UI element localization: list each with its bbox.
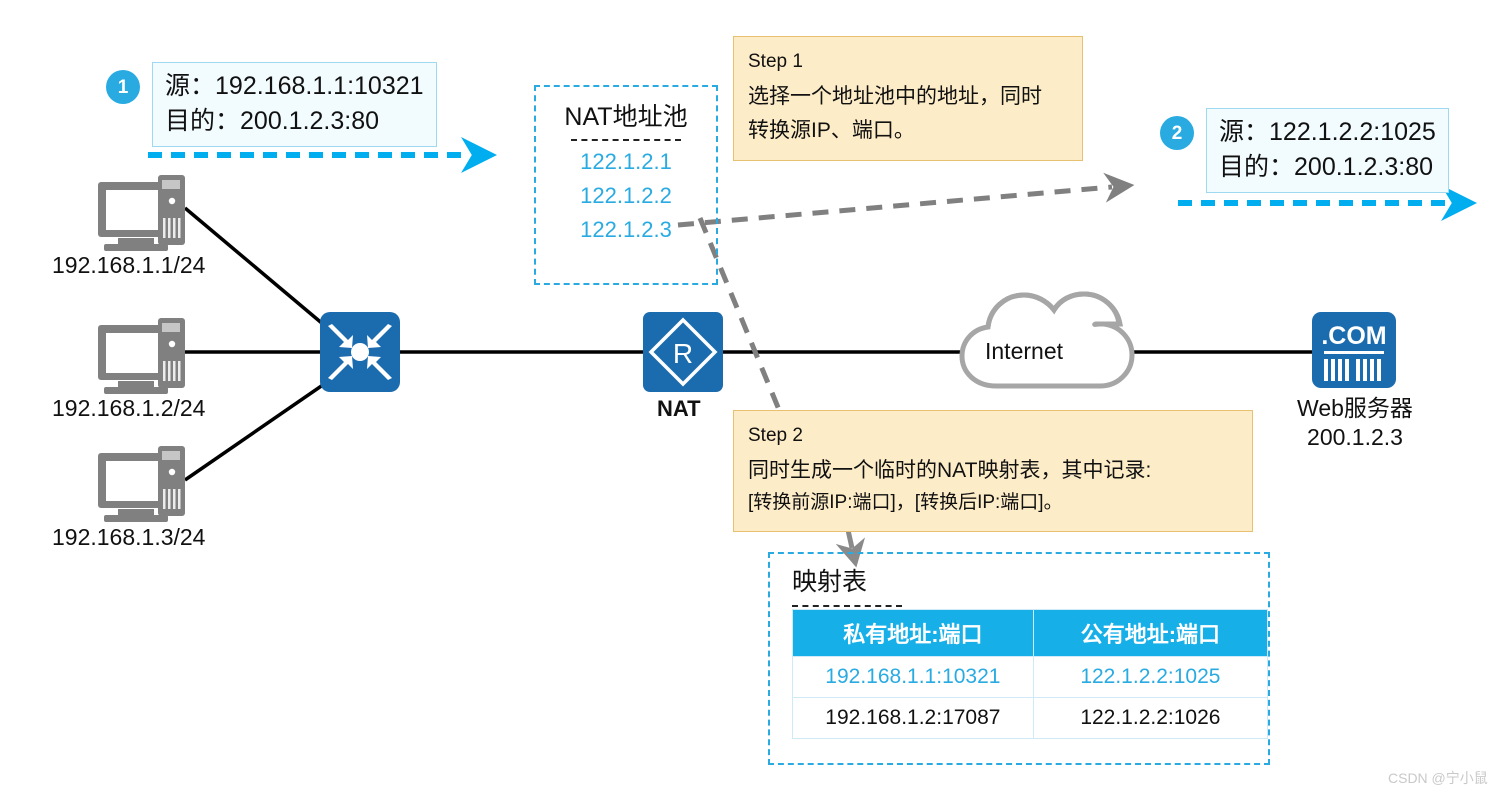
packet-2-source-label: 源： [1219, 118, 1270, 146]
nat-pool-divider [571, 139, 681, 141]
svg-text:R: R [673, 338, 693, 369]
callout-connector-step1 [677, 172, 1135, 228]
packet-info-box-1: 源：192.168.1.1:10321 目的：200.1.2.3:80 [152, 62, 437, 147]
desktop-pc-icon-2 [98, 318, 185, 394]
packet-2-dest-row: 目的：200.1.2.3:80 [1219, 150, 1436, 185]
step-1-line-1: 选择一个地址池中的地址，同时 [748, 84, 1042, 108]
packet-2-dest-value: 200.1.2.3:80 [1294, 152, 1434, 181]
step-2-line-1: 同时生成一个临时的NAT映射表，其中记录: [748, 458, 1152, 482]
packet-1-source-row: 源：192.168.1.1:10321 [165, 69, 424, 104]
watermark: CSDN @宁小鼠 [1388, 770, 1488, 786]
web-server-name: Web服务器 [1297, 395, 1413, 421]
pc-3-label: 192.168.1.3/24 [52, 524, 206, 550]
mapping-table-header-private: 私有地址:端口 [792, 609, 1034, 657]
desktop-pc-icon-1 [98, 175, 185, 251]
packet-2-dest-label: 目的： [1219, 152, 1295, 181]
mapping-row-2-private: 192.168.1.2:17087 [792, 697, 1034, 739]
callout-connector-maptable [835, 529, 866, 568]
link-pc3-switch [184, 378, 331, 482]
packet-1-source-value: 192.168.1.1:10321 [215, 72, 424, 100]
nat-pool-title: NAT地址池 [564, 103, 688, 131]
pc-2-label: 192.168.1.2/24 [52, 395, 206, 421]
nat-router-label: NAT [657, 396, 701, 421]
diagram-canvas: R .COM 1 源：192.168.1.1:10321 目的：200.1.2.… [0, 0, 1508, 793]
packet-2-source-row: 源：122.1.2.2:1025 [1219, 115, 1436, 150]
mapping-table: 私有地址:端口 公有地址:端口 192.168.1.1:10321 122.1.… [792, 609, 1269, 739]
mapping-table-divider [792, 605, 902, 607]
nat-pool-address-2[interactable]: 122.1.2.2 [536, 183, 716, 209]
mapping-row-2-public: 122.1.2.2:1026 [1032, 697, 1269, 739]
step-1-line-2: 转换源IP、端口。 [748, 118, 915, 142]
internet-cloud-label: Internet [985, 338, 1063, 364]
web-server-ip: 200.1.2.3 [1307, 424, 1403, 450]
mapping-table-header-row: 私有地址:端口 公有地址:端口 [792, 609, 1269, 657]
mapping-table-title: 映射表 [792, 568, 868, 596]
step-1-note: Step 1 选择一个地址池中的地址，同时 转换源IP、端口。 [733, 36, 1083, 161]
step-2-line-2: [转换前源IP:端口]，[转换后IP:端口]。 [748, 491, 1063, 513]
switch-icon [320, 312, 400, 392]
svg-text:.COM: .COM [1321, 322, 1386, 350]
packet-1-dest-value: 200.1.2.3:80 [240, 106, 380, 135]
web-server-icon: .COM [1312, 312, 1396, 388]
desktop-pc-icon-3 [98, 446, 185, 522]
step-1-title: Step 1 [748, 51, 803, 72]
nat-address-pool-box: NAT地址池 122.1.2.1 122.1.2.2 122.1.2.3 [534, 85, 718, 285]
mapping-row-1-private: 192.168.1.1:10321 [792, 656, 1034, 698]
link-pc1-switch [183, 206, 332, 332]
packet-1-dest-row: 目的：200.1.2.3:80 [165, 104, 424, 139]
packet-badge-2: 2 [1160, 116, 1194, 150]
pc-1-label: 192.168.1.1/24 [52, 252, 206, 278]
packet-badge-1: 1 [106, 70, 140, 104]
router-icon: R [643, 312, 723, 392]
mapping-row-1-public: 122.1.2.2:1025 [1032, 656, 1269, 698]
table-row: 192.168.1.1:10321 122.1.2.2:1025 [792, 656, 1269, 698]
packet-1-dest-label: 目的： [165, 106, 241, 135]
packet-1-source-label: 源： [165, 72, 216, 100]
table-row: 192.168.1.2:17087 122.1.2.2:1026 [792, 697, 1269, 739]
nat-pool-address-3[interactable]: 122.1.2.3 [536, 217, 716, 243]
nat-pool-address-1[interactable]: 122.1.2.1 [536, 149, 716, 175]
packet-2-source-value: 122.1.2.2:1025 [1269, 118, 1436, 146]
step-2-title: Step 2 [748, 425, 803, 446]
step-2-note: Step 2 同时生成一个临时的NAT映射表，其中记录: [转换前源IP:端口]… [733, 410, 1253, 532]
mapping-table-box: 映射表 私有地址:端口 公有地址:端口 192.168.1.1:10321 12… [768, 552, 1270, 765]
packet-info-box-2: 源：122.1.2.2:1025 目的：200.1.2.3:80 [1206, 108, 1449, 193]
select-label: Select [445, 211, 507, 236]
mapping-table-header-public: 公有地址:端口 [1032, 609, 1269, 657]
